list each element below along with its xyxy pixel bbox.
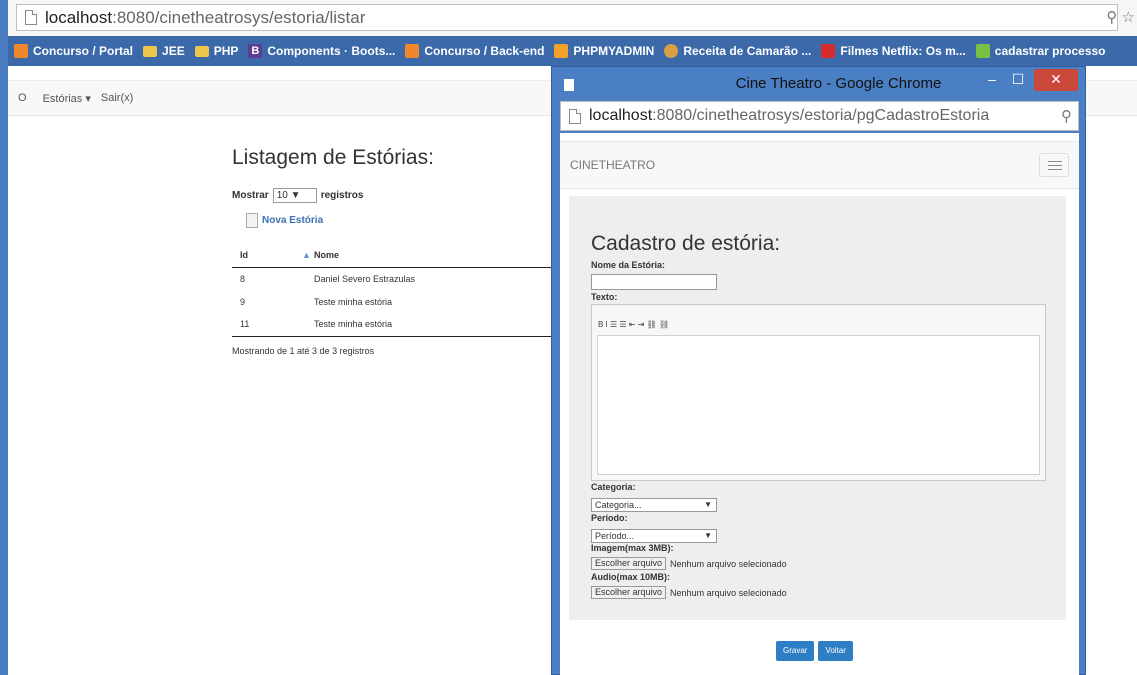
estorias-table: Id ▲ Nome 8 Daniel Severo Estrazulas 9 Tes…	[232, 243, 552, 337]
zoom-star-icons[interactable]: ⚲ ☆	[1106, 8, 1135, 26]
choose-file-button[interactable]: Escolher arquivo	[591, 557, 667, 570]
page-title: Listagem de Estórias:	[232, 146, 434, 169]
rich-text-editor: B I ☰ ☰ ⇤ ⇥ ⛓ ⛓	[591, 304, 1046, 481]
popup-navbar: CINETHEATRO	[560, 141, 1079, 189]
bookmark-item[interactable]: PHPMYADMIN	[554, 44, 654, 58]
page-length-select[interactable]: 10 ▼	[272, 188, 317, 203]
categoria-label: Categoria:	[591, 482, 636, 492]
page-icon	[564, 79, 574, 91]
column-header-nome[interactable]: Nome	[314, 243, 552, 268]
close-button[interactable]: ✕	[1034, 69, 1078, 91]
green-icon	[975, 44, 990, 58]
form-panel: Cadastro de estória: Nome da Estória: Te…	[569, 196, 1066, 620]
menu-toggle-icon[interactable]	[1039, 153, 1069, 177]
browser-toolbar: localhost:8080/cinetheatrosys/estoria/li…	[8, 0, 1137, 36]
bookmark-item[interactable]: Receita de Camarão ...	[664, 44, 811, 58]
search-icon[interactable]: ⚲	[1061, 107, 1072, 125]
address-bar[interactable]: localhost:8080/cinetheatrosys/estoria/li…	[16, 4, 1118, 31]
document-icon	[246, 213, 258, 228]
bookmark-item[interactable]: PHP	[194, 44, 238, 58]
editor-textarea[interactable]	[597, 335, 1040, 475]
maximize-button[interactable]: ☐	[1008, 69, 1028, 91]
gravar-button[interactable]: Gravar	[776, 641, 815, 661]
table-row[interactable]: 9 Teste minha estória	[232, 290, 552, 313]
popup-address-bar[interactable]: localhost:8080/cinetheatrosys/estoria/pg…	[560, 101, 1079, 131]
bookmark-item[interactable]: Concurso / Portal	[14, 44, 133, 58]
page-icon	[25, 10, 37, 25]
form-actions: Gravar Voltar	[776, 641, 857, 661]
page-icon	[569, 108, 581, 124]
dropdown-arrow-icon: ▼	[704, 531, 712, 540]
editor-toolbar[interactable]: B I ☰ ☰ ⇤ ⇥ ⛓ ⛓	[598, 315, 669, 333]
page-length-control: Mostrar 10 ▼ registros	[232, 188, 364, 203]
bookmark-item[interactable]: B Components · Boots...	[248, 44, 395, 58]
sort-asc-icon[interactable]: ▲	[302, 243, 314, 268]
imagem-file-input[interactable]: Escolher arquivo Nenhum arquivo selecion…	[591, 557, 787, 570]
voltar-button[interactable]: Voltar	[818, 641, 853, 661]
bootstrap-icon: B	[248, 44, 263, 58]
nome-input[interactable]	[591, 274, 717, 290]
orange-icon	[405, 44, 420, 58]
popup-titlebar[interactable]: Cine Theatro - Google Chrome	[552, 67, 1085, 101]
nova-estoria-link[interactable]: Nova Estória	[246, 213, 323, 228]
minimize-button[interactable]: –	[982, 69, 1002, 91]
menu-sair[interactable]: Sair(x)	[101, 92, 133, 104]
choose-file-button[interactable]: Escolher arquivo	[591, 586, 667, 599]
url-host: localhost	[45, 7, 113, 27]
table-info: Mostrando de 1 até 3 de 3 registros	[232, 346, 375, 356]
table-row[interactable]: 8 Daniel Severo Estrazulas	[232, 267, 552, 290]
texto-label: Texto:	[591, 292, 618, 302]
audio-file-input[interactable]: Escolher arquivo Nenhum arquivo selecion…	[591, 586, 787, 599]
brand-fragment[interactable]: O	[18, 92, 27, 104]
table-row[interactable]: 11 Teste minha estória	[232, 313, 552, 337]
orange-icon	[14, 44, 28, 58]
categoria-select[interactable]: Categoria... ▼	[591, 498, 717, 512]
column-header-id[interactable]: Id	[232, 243, 302, 268]
bookmark-item[interactable]: cadastrar processo	[975, 44, 1106, 58]
periodo-select[interactable]: Período... ▼	[591, 529, 717, 543]
imagem-label: Imagem(max 3MB):	[591, 543, 674, 553]
bookmarks-bar: Concurso / Portal JEE PHP B Components · …	[8, 36, 1137, 66]
folder-icon	[194, 45, 209, 57]
folder-icon	[143, 45, 158, 57]
bookmark-item[interactable]: Filmes Netflix: Os m...	[821, 44, 966, 58]
netflix-icon	[821, 44, 836, 58]
shrimp-icon	[664, 44, 679, 58]
menu-estorias[interactable]: Estórias ▾	[43, 92, 91, 105]
periodo-label: Período:	[591, 513, 628, 523]
nome-label: Nome da Estória:	[591, 260, 666, 270]
bookmark-item[interactable]: JEE	[143, 44, 185, 58]
brand[interactable]: CINETHEATRO	[570, 158, 655, 172]
bookmark-item[interactable]: Concurso / Back-end	[405, 44, 544, 58]
audio-label: Audio(max 10MB):	[591, 572, 671, 582]
url-path: :8080/cinetheatrosys/estoria/listar	[112, 7, 366, 27]
window-border	[0, 0, 8, 675]
form-title: Cadastro de estória:	[591, 232, 781, 255]
dropdown-arrow-icon: ▼	[704, 500, 712, 509]
phpmyadmin-icon	[554, 44, 569, 58]
